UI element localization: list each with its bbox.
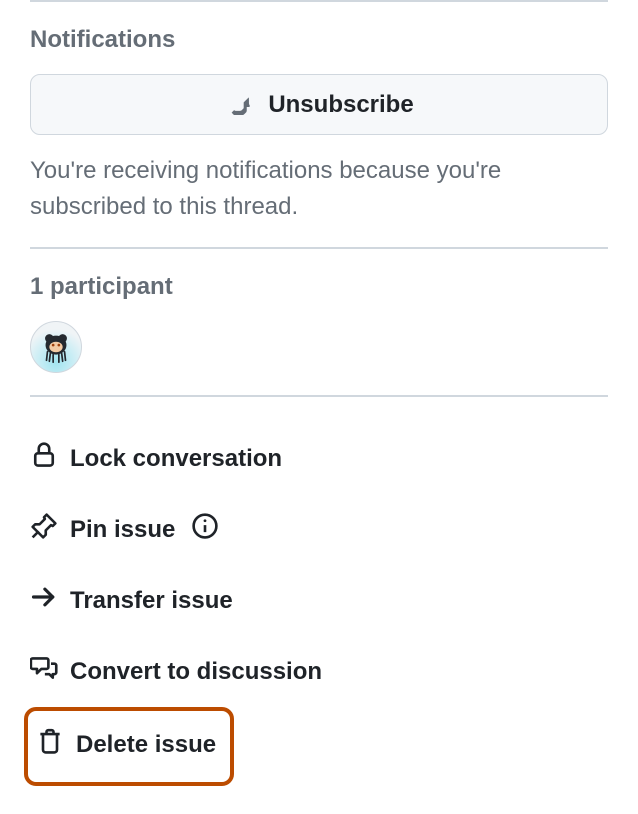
pin-issue-label: Pin issue [70,516,175,544]
participants-heading: 1 participant [30,273,608,301]
convert-discussion-action[interactable]: Convert to discussion [30,638,608,709]
lock-icon [30,441,58,476]
notifications-heading: Notifications [30,26,608,54]
comment-discussion-icon [30,654,58,689]
notifications-note: You're receiving notifications because y… [30,153,608,225]
unsubscribe-button[interactable]: Unsubscribe [30,74,608,135]
lock-conversation-label: Lock conversation [70,445,282,473]
bell-slash-icon [224,87,252,122]
pin-icon [30,512,58,547]
pin-issue-action[interactable]: Pin issue [30,496,608,567]
transfer-issue-label: Transfer issue [70,587,233,615]
convert-discussion-label: Convert to discussion [70,658,322,686]
arrow-right-icon [30,583,58,618]
delete-issue-highlight: Delete issue [24,707,234,786]
delete-issue-action[interactable]: Delete issue [36,721,216,768]
notifications-section: Notifications Unsubscribe You're receivi… [30,2,608,247]
trash-icon [36,727,64,762]
participant-avatar[interactable] [30,321,82,373]
delete-issue-label: Delete issue [76,731,216,759]
unsubscribe-label: Unsubscribe [268,91,413,119]
info-icon[interactable] [191,512,219,547]
actions-section: Lock conversation Pin issue Transfer iss… [30,397,608,804]
transfer-issue-action[interactable]: Transfer issue [30,567,608,638]
participants-section: 1 participant [30,249,608,395]
lock-conversation-action[interactable]: Lock conversation [30,425,608,496]
